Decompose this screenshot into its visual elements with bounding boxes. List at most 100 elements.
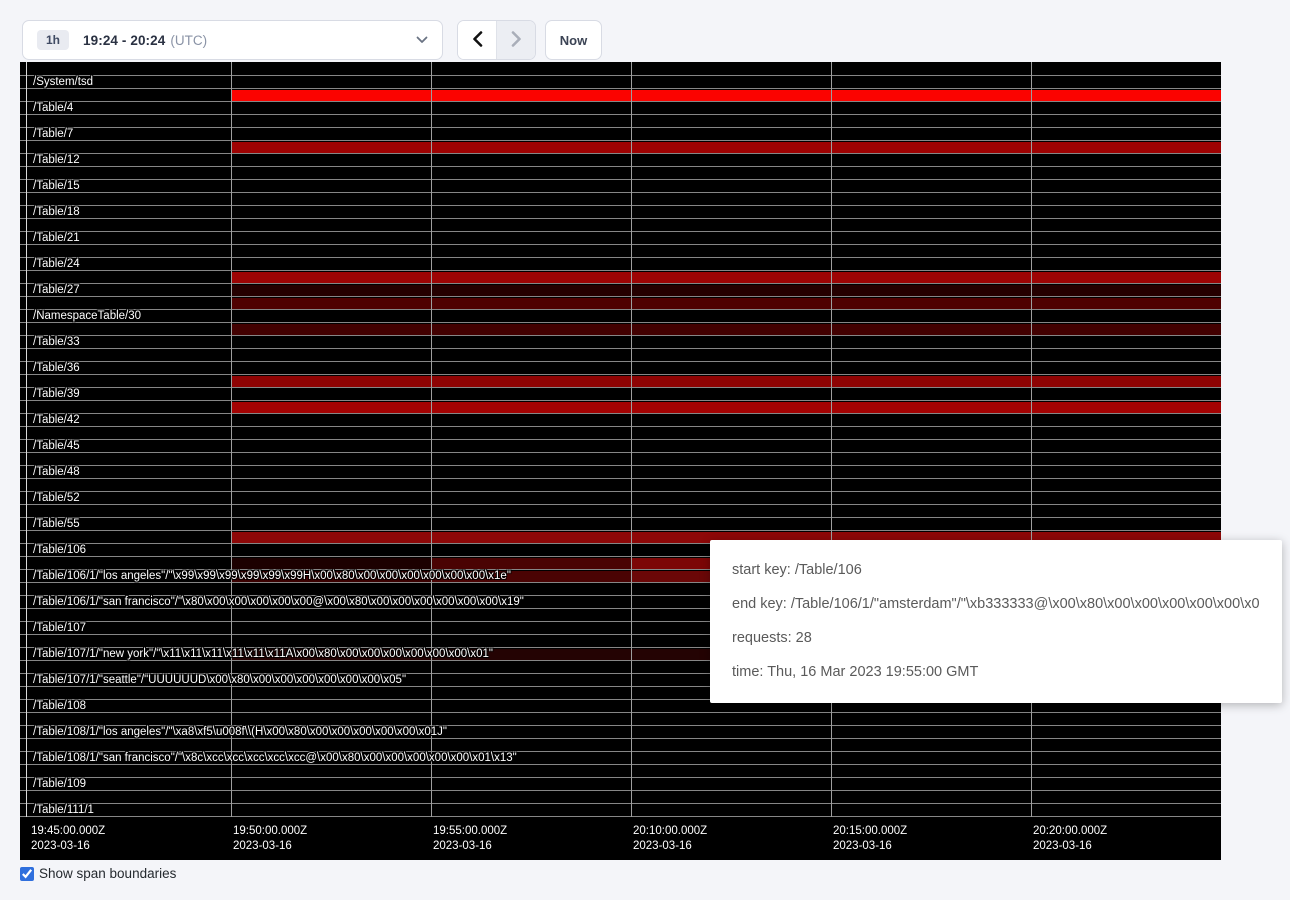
axis-tick-label: 20:15:00.000Z2023-03-16 xyxy=(833,824,907,853)
heatmap-row[interactable]: /Table/4 xyxy=(20,101,1221,114)
row-key-label: /Table/107/1/"new york"/"\x11\x11\x11\x1… xyxy=(33,647,493,661)
row-key-label: /System/tsd xyxy=(33,75,93,89)
row-key-label: /Table/15 xyxy=(33,179,80,193)
heatmap-gap-row[interactable] xyxy=(20,62,1221,75)
span-boundary-line xyxy=(26,62,27,817)
row-key-label: /Table/21 xyxy=(33,231,80,245)
heatmap-row[interactable]: /Table/109 xyxy=(20,777,1221,790)
chevron-right-icon xyxy=(511,31,522,50)
activity-band[interactable] xyxy=(231,90,1221,101)
heatmap-row[interactable]: /NamespaceTable/30 xyxy=(20,309,1221,322)
heatmap-gap-row[interactable] xyxy=(20,452,1221,465)
row-key-label: /Table/109 xyxy=(33,777,86,791)
activity-band[interactable] xyxy=(431,558,631,569)
heatmap-row[interactable]: /Table/39 xyxy=(20,387,1221,400)
key-visualizer-heatmap[interactable]: 19:45:00.000Z2023-03-16 19:50:00.000Z2023… xyxy=(20,62,1221,860)
show-span-boundaries-toggle[interactable]: Show span boundaries xyxy=(20,866,176,881)
chevron-left-icon xyxy=(472,31,483,50)
heatmap-gap-row[interactable] xyxy=(20,374,1221,387)
heatmap-row[interactable]: /Table/15 xyxy=(20,179,1221,192)
heatmap-gap-row[interactable] xyxy=(20,166,1221,179)
heatmap-row[interactable]: /Table/108/1/"los angeles"/"\xa8\xf5\u00… xyxy=(20,725,1221,738)
heatmap-row[interactable]: /Table/52 xyxy=(20,491,1221,504)
time-range-select[interactable]: 1h 19:24 - 20:24 (UTC) xyxy=(22,20,443,60)
heatmap-row[interactable]: /Table/18 xyxy=(20,205,1221,218)
heatmap-row[interactable]: /Table/21 xyxy=(20,231,1221,244)
heatmap-gap-row[interactable] xyxy=(20,140,1221,153)
activity-band[interactable] xyxy=(231,558,431,569)
span-boundary-line xyxy=(631,62,632,817)
activity-band[interactable] xyxy=(231,376,1221,387)
heatmap-gap-row[interactable] xyxy=(20,296,1221,309)
row-key-label: /Table/52 xyxy=(33,491,80,505)
heatmap-row[interactable]: /Table/108/1/"san francisco"/"\x8c\xcc\x… xyxy=(20,751,1221,764)
heatmap-gap-row[interactable] xyxy=(20,426,1221,439)
axis-tick-label: 20:20:00.000Z2023-03-16 xyxy=(1033,824,1107,853)
show-span-boundaries-checkbox[interactable] xyxy=(20,867,34,881)
heatmap-gap-row[interactable] xyxy=(20,270,1221,283)
heatmap-gap-row[interactable] xyxy=(20,348,1221,361)
row-key-label: /Table/36 xyxy=(33,361,80,375)
heatmap-row[interactable]: /Table/36 xyxy=(20,361,1221,374)
activity-band[interactable] xyxy=(231,142,1221,153)
row-key-label: /Table/24 xyxy=(33,257,80,271)
heatmap-gap-row[interactable] xyxy=(20,790,1221,803)
row-key-label: /Table/107 xyxy=(33,621,86,635)
activity-band[interactable] xyxy=(231,324,1221,335)
duration-badge: 1h xyxy=(37,30,69,50)
heatmap-gap-row[interactable] xyxy=(20,322,1221,335)
row-key-label: /Table/106 xyxy=(33,543,86,557)
heatmap-row[interactable]: /Table/48 xyxy=(20,465,1221,478)
row-key-label: /Table/39 xyxy=(33,387,80,401)
axis-tick-label: 19:45:00.000Z2023-03-16 xyxy=(31,824,105,853)
row-key-label: /Table/107/1/"seattle"/"UUUUUUD\x00\x80\… xyxy=(33,673,406,687)
time-range-label: 19:24 - 20:24 xyxy=(83,33,165,48)
activity-band[interactable] xyxy=(231,272,1221,283)
activity-band[interactable] xyxy=(231,285,1221,296)
span-boundary-line xyxy=(1031,62,1032,817)
heatmap-gap-row[interactable] xyxy=(20,738,1221,751)
row-key-label: /Table/45 xyxy=(33,439,80,453)
time-axis: 19:45:00.000Z2023-03-16 19:50:00.000Z2023… xyxy=(20,824,1221,860)
prev-button[interactable] xyxy=(458,21,496,59)
timezone-label: (UTC) xyxy=(170,33,207,48)
heatmap-gap-row[interactable] xyxy=(20,114,1221,127)
next-button[interactable] xyxy=(496,21,535,59)
row-key-label: /Table/108/1/"los angeles"/"\xa8\xf5\u00… xyxy=(33,725,447,739)
heatmap-row[interactable]: /System/tsd xyxy=(20,75,1221,88)
activity-band[interactable] xyxy=(231,298,1221,309)
tooltip-requests: requests: 28 xyxy=(732,627,1260,649)
heatmap-row[interactable]: /Table/7 xyxy=(20,127,1221,140)
row-key-label: /Table/48 xyxy=(33,465,80,479)
row-key-label: /Table/55 xyxy=(33,517,80,531)
heatmap-gap-row[interactable] xyxy=(20,478,1221,491)
heatmap-row[interactable]: /Table/33 xyxy=(20,335,1221,348)
heatmap-row[interactable]: /Table/55 xyxy=(20,517,1221,530)
axis-tick-label: 19:55:00.000Z2023-03-16 xyxy=(433,824,507,853)
heatmap-gap-row[interactable] xyxy=(20,764,1221,777)
row-key-label: /Table/12 xyxy=(33,153,80,167)
activity-band[interactable] xyxy=(231,402,1221,413)
heatmap-row[interactable]: /Table/27 xyxy=(20,283,1221,296)
row-key-label: /Table/33 xyxy=(33,335,80,349)
heatmap-row[interactable]: /Table/45 xyxy=(20,439,1221,452)
heatmap-gap-row[interactable] xyxy=(20,712,1221,725)
now-button[interactable]: Now xyxy=(545,20,602,60)
heatmap-row[interactable]: /Table/42 xyxy=(20,413,1221,426)
row-key-label: /Table/108/1/"san francisco"/"\x8c\xcc\x… xyxy=(33,751,517,765)
row-key-label: /Table/111/1 xyxy=(33,803,94,817)
tooltip-end-key: end key: /Table/106/1/"amsterdam"/"\xb33… xyxy=(732,593,1260,615)
heatmap-gap-row[interactable] xyxy=(20,400,1221,413)
heatmap-gap-row[interactable] xyxy=(20,244,1221,257)
heatmap-gap-row[interactable] xyxy=(20,88,1221,101)
axis-tick-label: 19:50:00.000Z2023-03-16 xyxy=(233,824,307,853)
span-boundary-line xyxy=(231,62,232,817)
heatmap-row[interactable]: /Table/12 xyxy=(20,153,1221,166)
heatmap-row[interactable]: /Table/111/1 xyxy=(20,803,1221,816)
heatmap-gap-row[interactable] xyxy=(20,218,1221,231)
show-span-boundaries-label: Show span boundaries xyxy=(39,866,176,881)
row-key-label: /Table/4 xyxy=(33,101,73,115)
heatmap-gap-row[interactable] xyxy=(20,504,1221,517)
heatmap-row[interactable]: /Table/24 xyxy=(20,257,1221,270)
heatmap-gap-row[interactable] xyxy=(20,192,1221,205)
